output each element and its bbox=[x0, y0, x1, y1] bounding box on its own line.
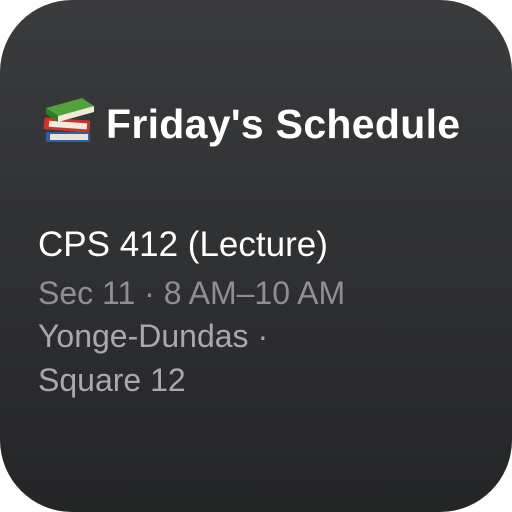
event-name[interactable]: CPS 412 (Lecture) bbox=[38, 224, 328, 266]
event-location: Yonge-Dundas · Square 12 bbox=[38, 318, 269, 398]
event-time: Sec 11 · 8 AM–10 AM bbox=[38, 275, 346, 311]
widget-title: Friday's Schedule bbox=[106, 101, 461, 147]
schedule-widget[interactable]: Friday's Schedule CPS 412 (Lecture) Sec … bbox=[0, 0, 512, 512]
